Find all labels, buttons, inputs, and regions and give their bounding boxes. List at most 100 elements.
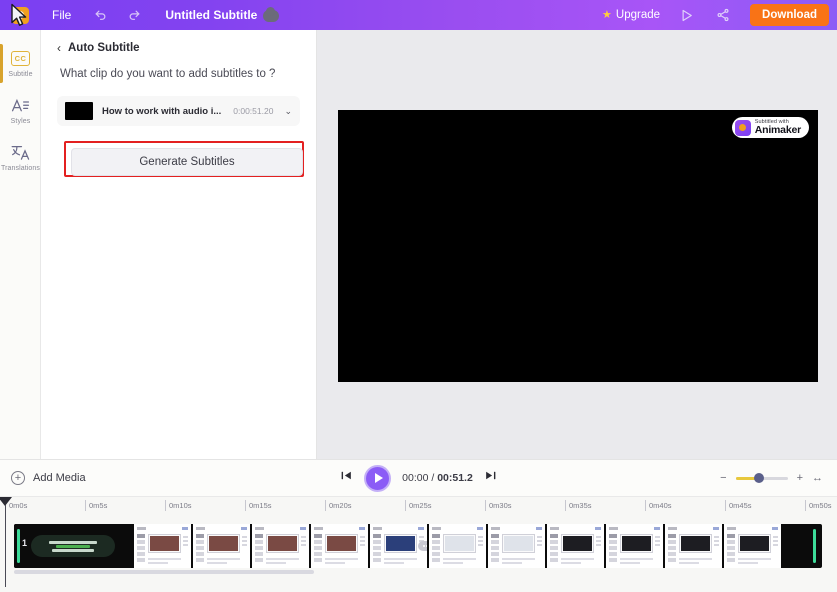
preview-stage: Subtitled with Animaker	[317, 30, 837, 459]
ruler-tick: 0m25s	[405, 500, 432, 511]
current-time: 00:00	[402, 472, 429, 484]
preview-button[interactable]	[670, 0, 704, 30]
cc-icon: CC	[11, 50, 31, 68]
timeline-track-area: 1	[0, 517, 837, 577]
sidebar-item-subtitle-label: Subtitle	[8, 70, 33, 78]
share-icon	[716, 8, 730, 22]
ruler-tick: 0m45s	[725, 500, 752, 511]
preview-play-icon	[680, 8, 695, 23]
zoom-in-button[interactable]: +	[797, 472, 803, 484]
cloud-save-icon	[263, 7, 280, 22]
timeline-frame[interactable]	[370, 524, 429, 568]
timeline-ruler[interactable]: 0m0s 0m5s 0m10s 0m15s 0m20s 0m25s 0m30s 0m35s 0m…	[0, 497, 837, 517]
star-icon: ★	[602, 8, 612, 21]
animaker-subtitle-editor: File Untitled Subtitle ★ Upgrade Downloa…	[0, 0, 837, 592]
skip-to-start-icon	[340, 469, 353, 487]
logo-icon	[11, 6, 29, 24]
skip-to-end-button[interactable]	[484, 469, 497, 487]
watermark-text: Subtitled with Animaker	[754, 119, 801, 136]
redo-icon	[128, 9, 141, 22]
zoom-slider[interactable]	[735, 473, 788, 483]
clip-thumbnail	[65, 102, 93, 120]
timeline-zoom-controls: − + ↔	[720, 472, 837, 484]
watermark-logo-icon	[734, 119, 751, 136]
share-button[interactable]	[706, 0, 740, 30]
ruler-tick: 0m15s	[245, 500, 272, 511]
transition-marker[interactable]	[418, 541, 427, 551]
left-rail: CC Subtitle Styles Translations	[0, 30, 41, 459]
timecode-display: 00:00 / 00:51.2	[402, 472, 473, 484]
ruler-tick: 0m30s	[485, 500, 512, 511]
animaker-watermark: Subtitled with Animaker	[731, 117, 809, 138]
watermark-brand: Animaker	[754, 124, 801, 136]
ruler-tick: 0m50s	[805, 500, 832, 511]
timeline-frame[interactable]	[547, 524, 606, 568]
ruler-tick: 0m40s	[645, 500, 672, 511]
clip-name: How to work with audio i...	[102, 105, 222, 117]
undo-icon	[94, 9, 107, 22]
chevron-left-icon: ‹	[57, 41, 61, 55]
generate-subtitles-button[interactable]: Generate Subtitles	[71, 148, 303, 176]
timeline-frame[interactable]	[724, 524, 783, 568]
time-separator: /	[431, 472, 435, 484]
download-button[interactable]: Download	[750, 4, 829, 26]
zoom-out-button[interactable]: −	[720, 472, 726, 484]
generate-subtitles-area: Generate Subtitles	[57, 141, 304, 183]
file-menu[interactable]: File	[40, 0, 83, 30]
total-time: 00:51.2	[437, 472, 473, 484]
document-title[interactable]: Untitled Subtitle	[165, 7, 280, 22]
redo-button[interactable]	[117, 0, 151, 30]
clip-end-marker	[813, 529, 816, 563]
timeline-frame[interactable]	[134, 524, 193, 568]
zoom-slider-knob[interactable]	[753, 473, 764, 483]
skip-to-start-button[interactable]	[340, 469, 353, 487]
playhead-line	[4, 505, 6, 587]
plus-circle-icon: +	[11, 471, 25, 485]
add-media-label: Add Media	[33, 472, 86, 484]
sidebar-item-translations[interactable]: Translations	[0, 134, 41, 181]
text-style-icon	[11, 97, 31, 115]
top-bar: File Untitled Subtitle ★ Upgrade Downloa…	[0, 0, 837, 30]
play-button[interactable]	[364, 464, 392, 492]
timeline-frame[interactable]	[252, 524, 311, 568]
player-control-bar: + Add Media 00:00 / 00:51.2 − + ↔	[0, 459, 837, 497]
clip-duration: 0:00:51.20	[233, 106, 274, 116]
ruler-tick: 0m20s	[325, 500, 352, 511]
play-icon	[374, 473, 383, 483]
timeline-frame[interactable]	[14, 524, 134, 568]
fit-to-screen-button[interactable]: ↔	[812, 472, 823, 484]
ruler-tick: 0m35s	[565, 500, 592, 511]
timeline-frame[interactable]	[193, 524, 252, 568]
sidebar-item-subtitle[interactable]: CC Subtitle	[0, 40, 41, 87]
timeline-horizontal-scrollbar[interactable]	[14, 570, 314, 574]
video-track[interactable]: 1	[14, 524, 822, 568]
clip-start-marker	[17, 529, 20, 563]
translate-icon	[11, 144, 31, 162]
top-bar-actions: ★ Upgrade Download	[594, 0, 837, 30]
sidebar-item-styles[interactable]: Styles	[0, 87, 41, 134]
undo-button[interactable]	[83, 0, 117, 30]
sidebar-item-translations-label: Translations	[0, 164, 41, 172]
panel-question: What clip do you want to add subtitles t…	[60, 68, 276, 80]
upgrade-button[interactable]: ★ Upgrade	[594, 0, 668, 30]
skip-to-end-icon	[484, 469, 497, 487]
panel-title: Auto Subtitle	[68, 42, 140, 54]
playhead-handle[interactable]	[0, 497, 12, 506]
timeline-frame[interactable]	[665, 524, 724, 568]
transport-controls: 00:00 / 00:51.2	[319, 464, 519, 492]
clip-selector[interactable]: How to work with audio i... 0:00:51.20 ⌄	[57, 96, 300, 126]
timeline-frame[interactable]	[488, 524, 547, 568]
ruler-tick: 0m10s	[165, 500, 192, 511]
animaker-logo[interactable]	[0, 0, 40, 30]
chevron-down-icon: ⌄	[284, 105, 292, 116]
timeline-frame[interactable]	[606, 524, 665, 568]
video-preview[interactable]: Subtitled with Animaker	[338, 110, 818, 382]
timeline-frame[interactable]	[429, 524, 488, 568]
timeline: 0m0s 0m5s 0m10s 0m15s 0m20s 0m25s 0m30s 0m35s 0m…	[0, 497, 837, 592]
auto-subtitle-panel: ‹ Auto Subtitle What clip do you want to…	[41, 30, 317, 459]
document-title-label: Untitled Subtitle	[165, 8, 258, 22]
panel-back[interactable]: ‹ Auto Subtitle	[57, 42, 300, 54]
timeline-frame[interactable]	[311, 524, 370, 568]
ruler-tick: 0m5s	[85, 500, 107, 511]
add-media-button[interactable]: + Add Media	[0, 471, 86, 485]
